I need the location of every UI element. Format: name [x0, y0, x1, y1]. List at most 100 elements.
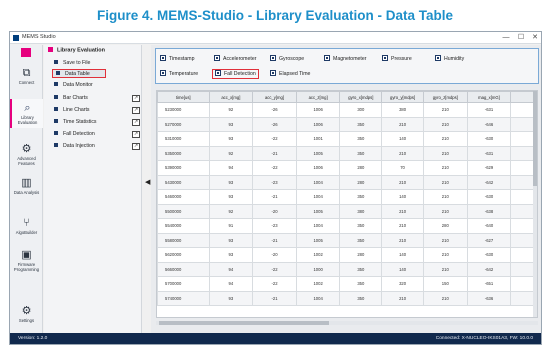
table-row[interactable]: 5620000 93 -20 1002 280 140 210 -630: [157, 247, 537, 263]
table-cell: 210: [422, 261, 468, 277]
checkbox-icon: [160, 55, 166, 61]
column-header[interactable]: gyro_y[mdps]: [381, 91, 424, 103]
table-row[interactable]: 5350000 92 -21 1005 350 210 210 -631: [157, 145, 537, 161]
bullet-icon: [54, 81, 58, 86]
filter-timestamp[interactable]: Timestamp: [160, 55, 194, 63]
filter-label: Timestamp: [169, 56, 195, 62]
filter-label: Magnetometer: [333, 56, 367, 62]
tree-item-data-table[interactable]: Data Table: [52, 69, 106, 78]
horizontal-scrollbar[interactable]: [156, 321, 538, 325]
table-cell: 92: [208, 203, 254, 219]
library-tree: Library Evaluation Save to File Data Tab…: [44, 45, 142, 333]
table-cell: -631: [466, 102, 512, 118]
open-window-icon[interactable]: ↗: [132, 95, 140, 102]
scroll-thumb[interactable]: [159, 321, 329, 325]
app-icon: [13, 35, 19, 41]
table-cell: 94: [208, 160, 254, 176]
table-cell: 210: [422, 116, 468, 132]
filter-humidity[interactable]: Humidity: [435, 55, 464, 63]
checkbox-icon: [324, 55, 330, 61]
table-cell: 5430000: [157, 174, 210, 190]
tree-item-label: Data Injection: [63, 143, 95, 149]
table-header-row: time[us] acc_x[mg] acc_y[mg] acc_z[mg] gyro_…: [157, 91, 537, 103]
maximize-button[interactable]: ☐: [515, 33, 527, 43]
table-cell: -22: [252, 276, 297, 292]
table-row[interactable]: 5230000 92 -26 1006 300 380 210 -631: [157, 102, 537, 118]
filter-elapsed-time[interactable]: Elapsed Time: [270, 70, 310, 78]
column-header[interactable]: acc_z[mg]: [295, 91, 341, 103]
column-header[interactable]: gyro_x[mdps]: [339, 91, 383, 103]
table-cell: -21: [252, 232, 297, 248]
table-cell: 350: [339, 276, 383, 292]
data-table-panel: Timestamp Accelerometer Gyroscope Magnet…: [151, 45, 541, 333]
table-row[interactable]: 5500000 92 -20 1005 380 210 210 -638: [157, 203, 537, 219]
tree-item-save-to-file[interactable]: Save to File: [54, 59, 90, 68]
collapse-panel-icon[interactable]: ◀: [145, 178, 150, 186]
table-cell: -630: [466, 131, 512, 147]
nav-algobuilder[interactable]: ⑂ AlgoBuilder: [10, 217, 43, 235]
table-row[interactable]: 5580000 93 -21 1005 350 210 210 -627: [157, 232, 537, 248]
table-cell: 94: [208, 261, 254, 277]
filter-temperature[interactable]: Temperature: [160, 70, 198, 78]
open-window-icon[interactable]: ↗: [132, 107, 140, 114]
close-button[interactable]: ✕: [529, 33, 541, 43]
nav-data-analysis[interactable]: ▥ Data Analysis: [10, 177, 43, 195]
open-window-icon[interactable]: ↗: [132, 119, 140, 126]
nav-settings[interactable]: ⚙ Settings: [10, 305, 43, 323]
table-cell: -22: [252, 160, 297, 176]
column-header[interactable]: acc_y[mg]: [252, 91, 297, 103]
table-cell: 210: [381, 203, 424, 219]
filter-accelerometer[interactable]: Accelerometer: [214, 55, 256, 63]
table-row[interactable]: 5740000 93 -21 1004 350 210 210 -636: [157, 290, 537, 306]
table-cell: -22: [252, 131, 297, 147]
open-window-icon[interactable]: ↗: [132, 131, 140, 138]
vertical-scrollbar[interactable]: [533, 91, 537, 317]
bullet-icon: [56, 70, 60, 75]
table-row[interactable]: 5270000 93 -26 1006 350 210 210 -646: [157, 116, 537, 132]
column-header[interactable]: acc_x[mg]: [208, 91, 254, 103]
table-row[interactable]: 5390000 94 -22 1006 280 70 210 -629: [157, 160, 537, 176]
table-cell: -640: [466, 218, 512, 234]
table-row[interactable]: 5310000 93 -22 1001 350 140 210 -630: [157, 131, 537, 147]
table-row[interactable]: 5660000 94 -22 1000 350 140 210 -642: [157, 261, 537, 277]
tree-item-data-monitor[interactable]: Data Monitor: [54, 81, 93, 90]
nav-advanced-features[interactable]: ⚙ Advanced Features: [10, 143, 43, 166]
table-cell: 91: [208, 218, 254, 234]
table-cell: 350: [339, 131, 383, 147]
tree-item-bar-charts[interactable]: Bar Charts: [54, 94, 88, 103]
table-cell: 210: [422, 203, 468, 219]
table-cell: -20: [252, 247, 297, 263]
checkbox-icon: [270, 70, 276, 76]
table-cell: 70: [381, 160, 424, 176]
table-cell: 380: [381, 102, 424, 118]
table-cell: 93: [208, 174, 254, 190]
tree-item-fall-detection[interactable]: Fall Detection: [54, 130, 95, 139]
table-row[interactable]: 5700000 94 -22 1002 350 320 150 -651: [157, 276, 537, 292]
table-cell: 5700000: [157, 276, 210, 292]
checkbox-icon: [435, 55, 441, 61]
open-window-icon[interactable]: ↗: [132, 143, 140, 150]
column-header[interactable]: mag_x[mG]: [466, 91, 512, 103]
bullet-icon: [54, 142, 58, 147]
tree-item-time-statistics[interactable]: Time Statistics: [54, 118, 97, 127]
table-row[interactable]: 5460000 93 -21 1004 350 140 210 -630: [157, 189, 537, 205]
connection-status: Connected: X-NUCLEO-IKS01A3, FW: 10.0.0: [435, 336, 533, 341]
nav-label: Data Analysis: [13, 190, 40, 195]
nav-library-evaluation[interactable]: ⌕ Library Evaluation: [10, 99, 43, 128]
filter-magnetometer[interactable]: Magnetometer: [324, 55, 366, 63]
tree-item-line-charts[interactable]: Line Charts: [54, 106, 90, 115]
column-header[interactable]: gyro_z[mdps]: [422, 91, 468, 103]
table-row[interactable]: 5430000 93 -23 1004 280 210 210 -642: [157, 174, 537, 190]
table-row[interactable]: 5540000 91 -23 1004 350 210 280 -640: [157, 218, 537, 234]
tree-item-data-injection[interactable]: Data Injection: [54, 142, 95, 151]
column-header[interactable]: time[us]: [157, 91, 210, 103]
table-cell: 210: [422, 160, 468, 176]
filter-fall-detection[interactable]: Fall Detection: [212, 69, 259, 79]
nav-firmware-programming[interactable]: ▣ Firmware Programming: [10, 249, 43, 272]
table-cell: 140: [381, 261, 424, 277]
filter-pressure[interactable]: Pressure: [382, 55, 412, 63]
filter-gyroscope[interactable]: Gyroscope: [270, 55, 304, 63]
nav-connect[interactable]: ⧉ Connect: [10, 67, 43, 85]
scroll-thumb[interactable]: [533, 91, 537, 186]
minimize-button[interactable]: —: [500, 33, 512, 43]
